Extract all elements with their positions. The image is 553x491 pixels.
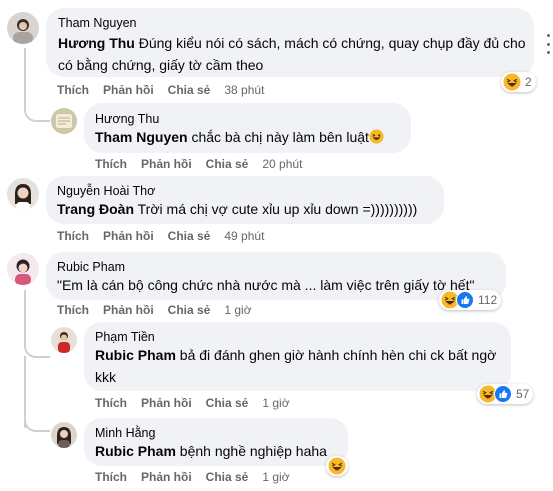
like-button[interactable]: Thích (95, 396, 127, 410)
haha-icon (328, 457, 346, 475)
share-button[interactable]: Chia sẻ (206, 157, 249, 171)
comment-body: "Em là cán bộ công chức nhà nước mà ... … (57, 277, 475, 293)
like-button[interactable]: Thích (95, 157, 127, 171)
dot (546, 42, 550, 46)
comment-text: Rubic Pham bả đi đánh ghen giờ hành chín… (95, 344, 505, 388)
comment-actions: Thích Phản hồi Chia sẻ 1 giờ (57, 303, 266, 317)
thread-line (24, 48, 26, 96)
reaction-summary[interactable]: 57 (477, 384, 534, 404)
comment-author[interactable]: Rubic Pham (57, 260, 125, 274)
reply-button[interactable]: Phản hồi (103, 83, 154, 97)
timestamp[interactable]: 1 giờ (224, 303, 251, 317)
reply-button[interactable]: Phản hồi (141, 470, 192, 484)
mention-link[interactable]: Rubic Pham (95, 347, 176, 363)
share-button[interactable]: Chia sẻ (168, 303, 211, 317)
share-button[interactable]: Chia sẻ (168, 83, 211, 97)
share-button[interactable]: Chia sẻ (206, 396, 249, 410)
reaction-count: 57 (516, 387, 530, 401)
comment-actions: Thích Phản hồi Chia sẻ 1 giờ (95, 470, 304, 484)
thread-curve (24, 400, 50, 432)
comment-text: Hương Thu Đúng kiểu nói có sách, mách có… (58, 32, 528, 76)
timestamp[interactable]: 1 giờ (262, 470, 289, 484)
comment-author[interactable]: Phạm Tiền (95, 330, 155, 344)
comment-text: Trang Đoàn Trời má chị vợ cute xỉu up xỉ… (57, 198, 441, 220)
reaction-summary[interactable]: 112 (439, 290, 502, 310)
comment-text: Tham Nguyen chắc bà chị này làm bên luật (95, 126, 405, 148)
mention-link[interactable]: Tham Nguyen (95, 129, 188, 145)
comment-text: "Em là cán bộ công chức nhà nước mà ... … (57, 274, 505, 296)
timestamp[interactable]: 49 phút (224, 229, 264, 243)
like-button[interactable]: Thích (95, 470, 127, 484)
comment-body: Trời má chị vợ cute xỉu up xỉu down =)))… (134, 201, 418, 217)
reply-button[interactable]: Phản hồi (141, 396, 192, 410)
comment-text: Rubic Pham bệnh nghề nghiệp haha (95, 440, 345, 462)
like-icon (456, 291, 474, 309)
timestamp[interactable]: 38 phút (224, 83, 264, 97)
comment-author[interactable]: Tham Nguyen (58, 16, 137, 30)
reply-button[interactable]: Phản hồi (103, 229, 154, 243)
like-button[interactable]: Thích (57, 229, 89, 243)
comment-body: bệnh nghề nghiệp haha (175, 443, 327, 459)
comment-actions: Thích Phản hồi Chia sẻ 49 phút (57, 229, 278, 243)
avatar[interactable] (7, 12, 39, 44)
dot (546, 51, 550, 54)
avatar[interactable] (7, 178, 39, 210)
haha-emoji-icon (369, 129, 384, 144)
comment-author[interactable]: Hương Thu (95, 112, 159, 126)
like-button[interactable]: Thích (57, 83, 89, 97)
mention-link[interactable]: Rubic Pham (95, 443, 176, 459)
comment-author[interactable]: Nguyễn Hoài Thơ (57, 184, 155, 198)
thread-curve (24, 334, 50, 358)
more-options-button[interactable] (545, 34, 551, 54)
reaction-summary[interactable]: 2 (501, 72, 536, 92)
haha-icon (503, 73, 521, 91)
avatar[interactable] (51, 108, 77, 134)
like-icon (494, 385, 512, 403)
timestamp[interactable]: 1 giờ (262, 396, 289, 410)
reply-button[interactable]: Phản hồi (141, 157, 192, 171)
mention-link[interactable]: Trang Đoàn (57, 201, 134, 217)
reaction-count: 112 (478, 293, 498, 307)
thread-line (24, 290, 26, 334)
share-button[interactable]: Chia sẻ (168, 229, 211, 243)
thread-curve (24, 96, 50, 122)
comment-actions: Thích Phản hồi Chia sẻ 1 giờ (95, 396, 304, 410)
reaction-count: 2 (525, 75, 532, 89)
avatar[interactable] (7, 253, 39, 285)
mention-link[interactable]: Hương Thu (58, 35, 135, 51)
reply-button[interactable]: Phản hồi (103, 303, 154, 317)
avatar[interactable] (51, 327, 77, 353)
comment-author[interactable]: Minh Hằng (95, 426, 155, 440)
comment-body: chắc bà chị này làm bên luật (187, 129, 369, 145)
dot (546, 34, 550, 37)
comment-actions: Thích Phản hồi Chia sẻ 38 phút (57, 83, 278, 97)
comment-actions: Thích Phản hồi Chia sẻ 20 phút (95, 157, 316, 171)
reaction-summary[interactable] (326, 456, 348, 476)
avatar[interactable] (51, 422, 77, 448)
share-button[interactable]: Chia sẻ (206, 470, 249, 484)
like-button[interactable]: Thích (57, 303, 89, 317)
timestamp[interactable]: 20 phút (262, 157, 302, 171)
